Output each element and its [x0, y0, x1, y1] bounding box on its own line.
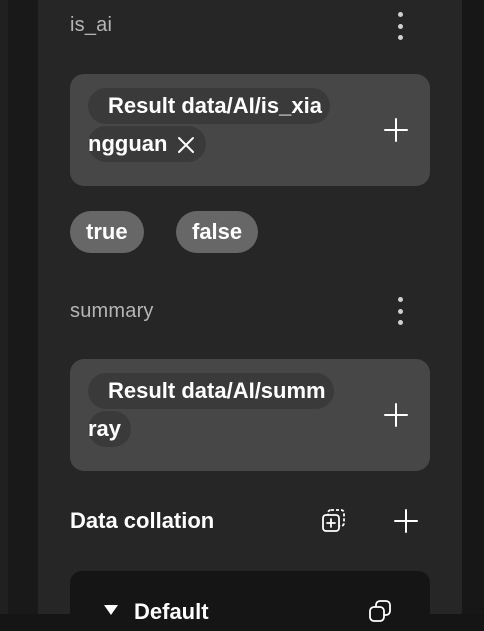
field-menu-is-ai-kebab-icon[interactable]	[388, 8, 412, 44]
token-text-line2: ngguan	[88, 131, 168, 156]
variable-token-is-ai[interactable]: Result data/AI/is_xia ngguan	[88, 88, 360, 162]
variable-input-is-ai[interactable]: Result data/AI/is_xia ngguan	[70, 74, 430, 186]
add-variable-plus-icon[interactable]	[382, 401, 410, 429]
token-text-line1: Result data/AI/is_xia	[88, 88, 330, 124]
left-gutter	[8, 0, 38, 614]
field-label-summary: summary	[70, 300, 154, 322]
option-chip-true[interactable]: true	[70, 211, 144, 253]
data-collation-title: Data collation	[70, 508, 215, 533]
remove-token-close-icon[interactable]	[176, 135, 196, 155]
add-group-copy-icon[interactable]	[320, 507, 348, 535]
right-gutter	[462, 0, 484, 614]
token-text-line2: ray	[88, 416, 122, 441]
add-collation-plus-icon[interactable]	[392, 507, 420, 535]
properties-panel: is_ai Result data/AI/is_xia ngguan true …	[38, 0, 462, 631]
collation-group-default[interactable]: Default	[70, 571, 430, 631]
token-text-line1: Result data/AI/summ	[88, 373, 334, 409]
group-name: Default	[134, 599, 209, 624]
field-menu-summary-kebab-icon[interactable]	[388, 293, 412, 329]
field-label-is-ai: is_ai	[70, 14, 113, 36]
left-edge	[0, 0, 8, 614]
duplicate-group-copy-icon[interactable]	[368, 599, 394, 625]
variable-token-summary[interactable]: Result data/AI/summ ray	[88, 373, 360, 447]
add-variable-plus-icon[interactable]	[382, 116, 410, 144]
option-chip-false[interactable]: false	[176, 211, 259, 253]
variable-input-summary[interactable]: Result data/AI/summ ray	[70, 359, 430, 471]
